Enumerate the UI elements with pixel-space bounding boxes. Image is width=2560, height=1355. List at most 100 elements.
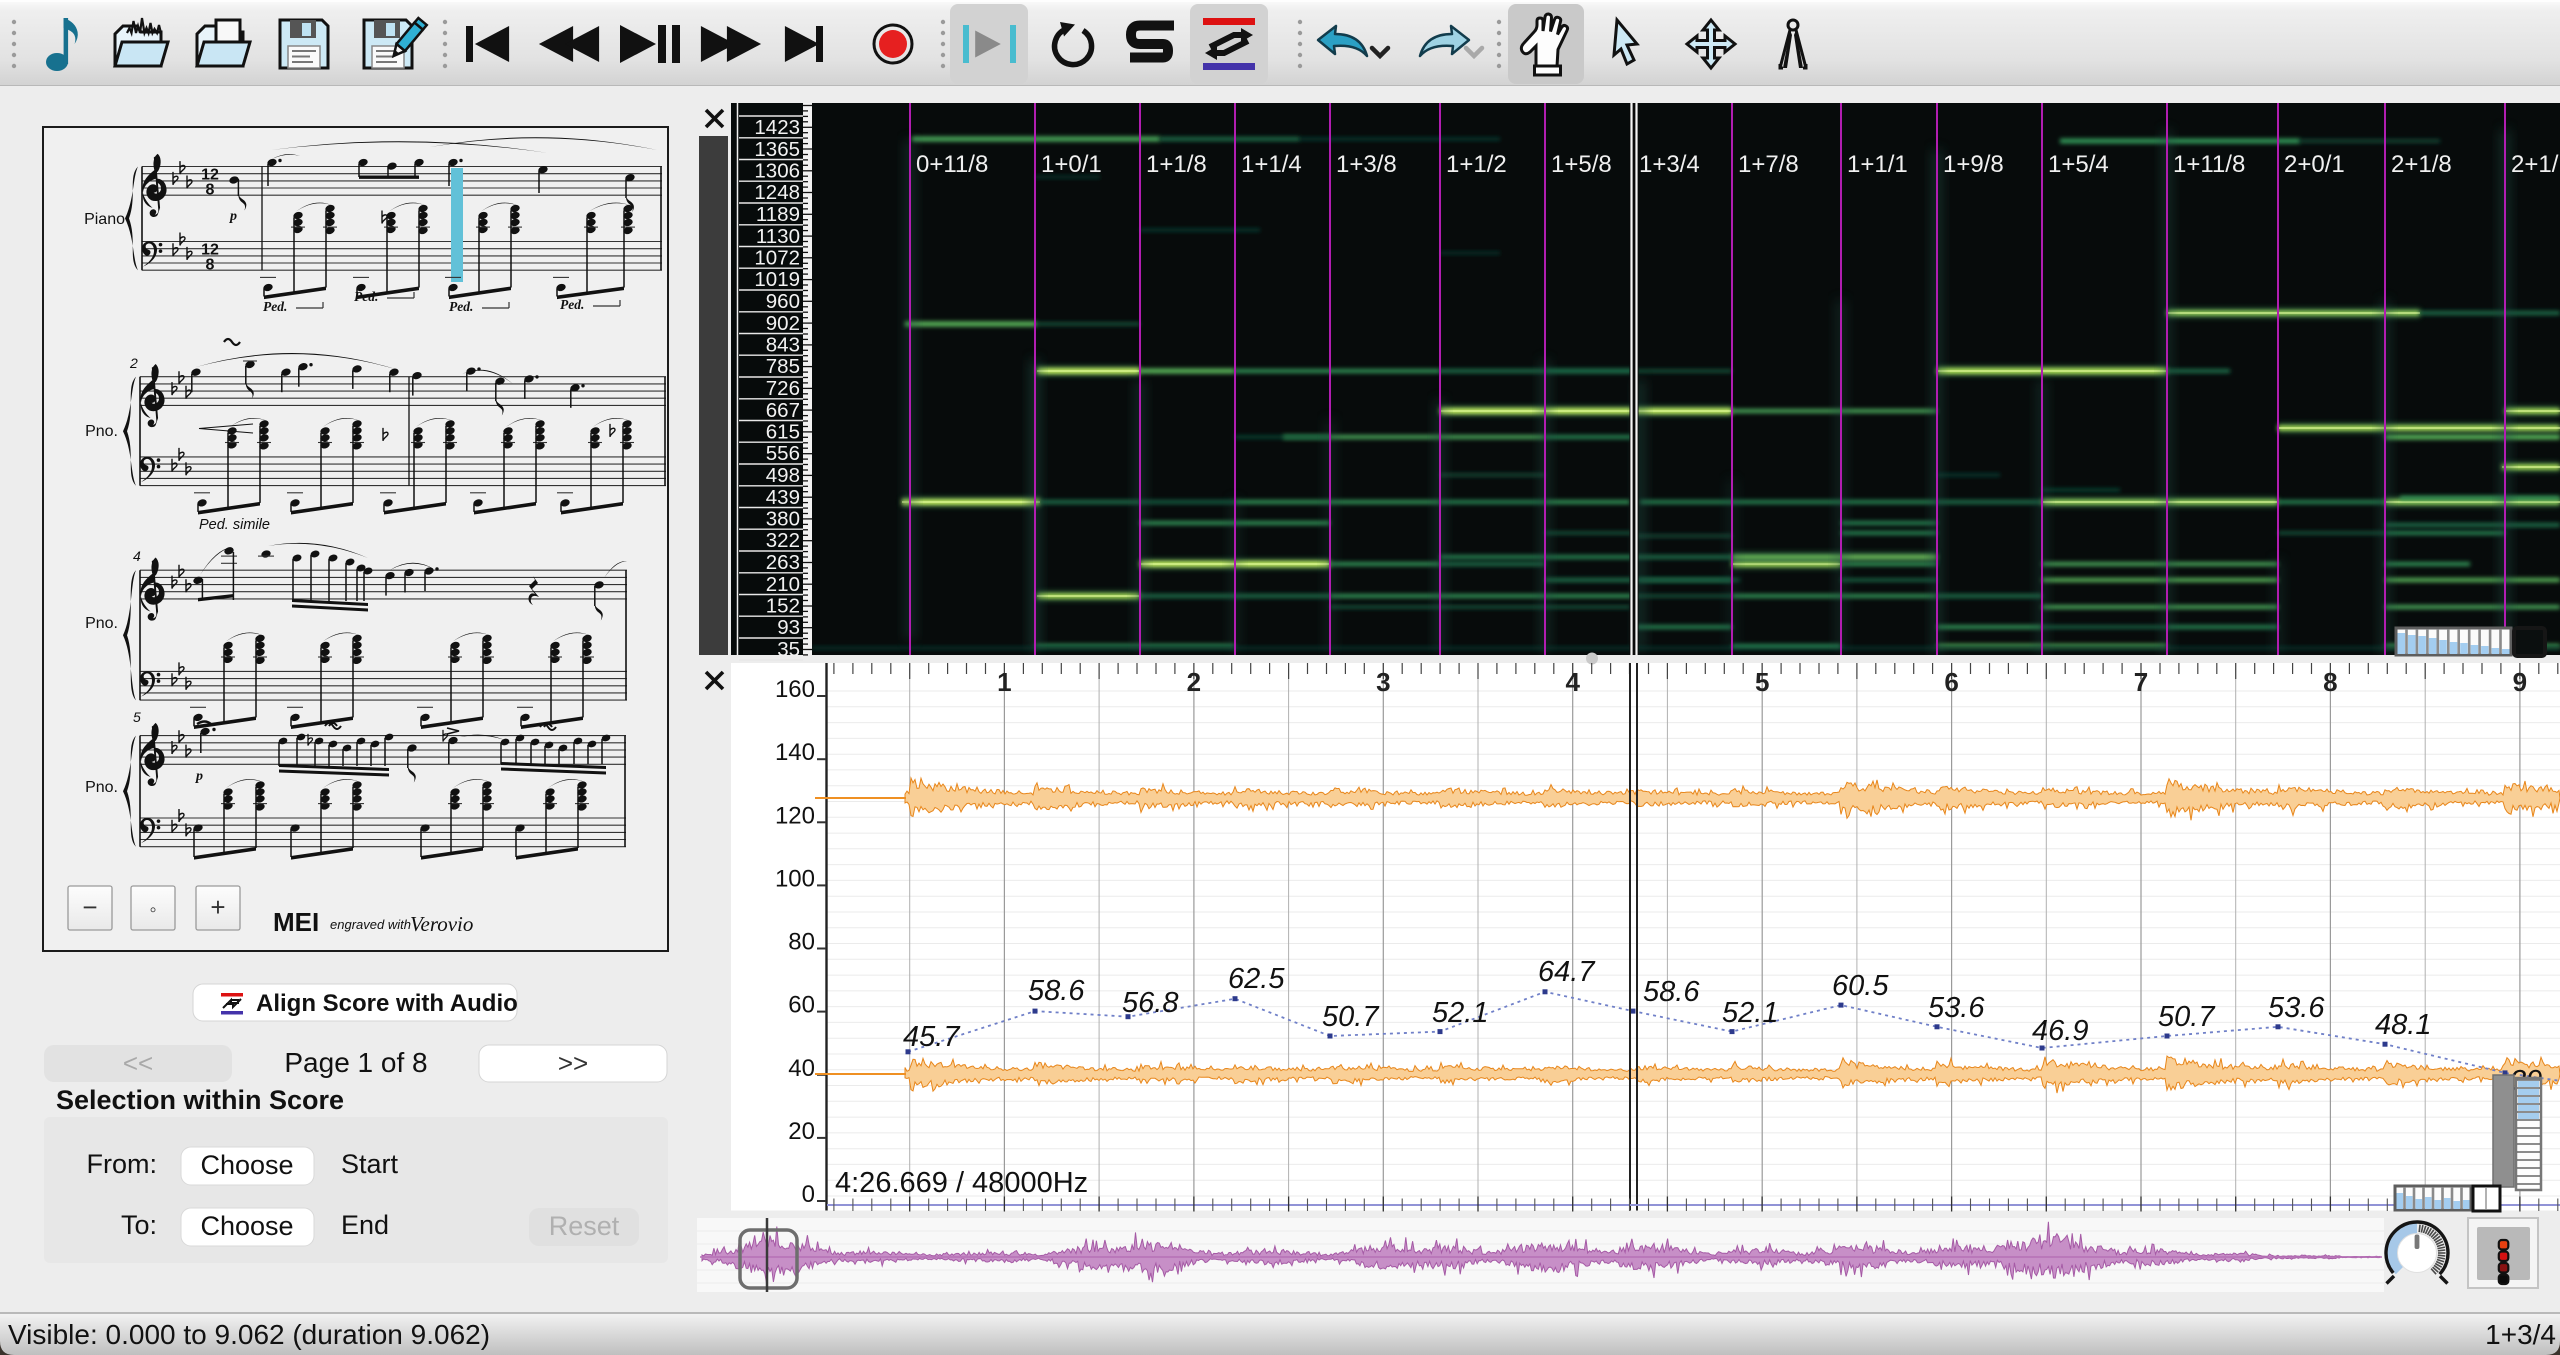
svg-text:1+3/8: 1+3/8	[1336, 151, 1397, 178]
svg-text:20: 20	[788, 1118, 815, 1145]
svg-text:960: 960	[766, 290, 800, 313]
svg-text:Reset: Reset	[549, 1211, 620, 1241]
svg-text:726: 726	[766, 377, 800, 400]
svg-text:1072: 1072	[754, 247, 800, 270]
svg-text:2+0/1: 2+0/1	[2284, 151, 2345, 178]
svg-text:p: p	[229, 209, 237, 224]
svg-text:263: 263	[766, 551, 800, 574]
svg-text:Ped. simile: Ped. simile	[199, 517, 270, 533]
svg-text:52.1: 52.1	[1722, 997, 1778, 1029]
svg-text:556: 556	[766, 442, 800, 465]
svg-text:1+0/1: 1+0/1	[1041, 151, 1102, 178]
svg-text:8: 8	[2323, 667, 2337, 697]
svg-text:Choose: Choose	[200, 1150, 293, 1180]
svg-text:35: 35	[777, 638, 800, 661]
svg-text:100: 100	[775, 865, 815, 892]
svg-text:53.6: 53.6	[2268, 992, 2325, 1024]
svg-text:60.5: 60.5	[1832, 970, 1889, 1002]
svg-text:From:: From:	[87, 1149, 158, 1179]
svg-text:Pno.: Pno.	[85, 423, 118, 440]
svg-text:902: 902	[766, 312, 800, 335]
svg-text:Ped.: Ped.	[449, 299, 473, 314]
svg-text:2: 2	[129, 355, 138, 371]
svg-text:2+1/8: 2+1/8	[2391, 151, 2452, 178]
svg-text:1248: 1248	[754, 181, 800, 204]
svg-text:120: 120	[775, 802, 815, 829]
svg-text:64.7: 64.7	[1538, 956, 1596, 988]
svg-text:1+5/8: 1+5/8	[1551, 151, 1612, 178]
svg-text:0: 0	[802, 1181, 815, 1208]
svg-text:1189: 1189	[756, 203, 800, 226]
svg-text:Ped.: Ped.	[354, 289, 378, 304]
svg-text:58.6: 58.6	[1028, 975, 1085, 1007]
svg-text:50.7: 50.7	[1322, 1001, 1380, 1033]
svg-text:40: 40	[788, 1055, 815, 1082]
svg-text:8: 8	[206, 257, 215, 274]
svg-text:843: 843	[766, 334, 800, 357]
svg-text:0+11/8: 0+11/8	[916, 151, 988, 178]
svg-text:80: 80	[788, 929, 815, 956]
svg-text:140: 140	[775, 739, 815, 766]
svg-text:45.7: 45.7	[903, 1021, 961, 1053]
svg-text:>>: >>	[558, 1048, 588, 1078]
svg-text:615: 615	[766, 421, 800, 444]
svg-text:1130: 1130	[756, 225, 800, 248]
svg-text:1306: 1306	[754, 160, 800, 183]
svg-text:Ped.: Ped.	[560, 297, 584, 312]
svg-text:1+3/4: 1+3/4	[1639, 151, 1700, 178]
svg-text:160: 160	[775, 676, 815, 703]
svg-text:5: 5	[133, 709, 141, 725]
svg-text:1: 1	[997, 667, 1011, 697]
svg-text:Piano: Piano	[84, 211, 125, 228]
svg-text:Start: Start	[341, 1149, 399, 1179]
svg-text:1+9/8: 1+9/8	[1943, 151, 2004, 178]
svg-text:p: p	[195, 769, 203, 784]
svg-text:2+1/: 2+1/	[2511, 151, 2559, 178]
svg-text:To:: To:	[121, 1210, 157, 1240]
svg-text:9: 9	[2513, 667, 2527, 697]
svg-text:1+1/2: 1+1/2	[1446, 151, 1507, 178]
svg-text:4:26.669 / 48000Hz: 4:26.669 / 48000Hz	[835, 1167, 1088, 1199]
svg-text:1+1/1: 1+1/1	[1847, 151, 1908, 178]
svg-text:56.8: 56.8	[1122, 987, 1178, 1019]
svg-text:152: 152	[766, 595, 800, 618]
svg-text:1+3/4: 1+3/4	[2485, 1319, 2556, 1350]
svg-text:1+1/8: 1+1/8	[1146, 151, 1207, 178]
svg-text:58.6: 58.6	[1643, 976, 1700, 1008]
svg-text:52.1: 52.1	[1432, 997, 1488, 1029]
svg-text:Align Score with Audio: Align Score with Audio	[256, 990, 518, 1017]
svg-text:93: 93	[777, 616, 800, 639]
svg-text:−: −	[82, 892, 97, 922]
svg-text:1365: 1365	[754, 138, 800, 161]
svg-text:439: 439	[766, 486, 800, 509]
svg-text:667: 667	[766, 399, 800, 422]
svg-text:1423: 1423	[754, 116, 800, 139]
svg-text:4: 4	[1565, 667, 1580, 697]
svg-text:380: 380	[766, 508, 800, 531]
svg-text:2: 2	[1187, 667, 1201, 697]
svg-text:MEI: MEI	[273, 907, 319, 937]
svg-text:Visible: 0.000 to 9.062 (durat: Visible: 0.000 to 9.062 (duration 9.062)	[8, 1319, 490, 1350]
svg-text:62.5: 62.5	[1228, 963, 1285, 995]
svg-text:785: 785	[766, 355, 800, 378]
svg-text:Pno.: Pno.	[85, 779, 118, 796]
svg-text:Choose: Choose	[200, 1211, 293, 1241]
svg-text:1+7/8: 1+7/8	[1738, 151, 1799, 178]
svg-text:1019: 1019	[754, 268, 800, 291]
svg-text:498: 498	[766, 464, 800, 487]
svg-text:<<: <<	[123, 1048, 153, 1078]
svg-text:60: 60	[788, 992, 815, 1019]
svg-text:Verovio: Verovio	[410, 912, 473, 936]
svg-text:Pno.: Pno.	[85, 615, 118, 632]
svg-text:210: 210	[766, 573, 800, 596]
svg-text:Selection within Score: Selection within Score	[56, 1085, 344, 1115]
svg-text:5: 5	[1755, 667, 1769, 697]
svg-text:4: 4	[133, 548, 141, 564]
svg-text:6: 6	[1944, 667, 1958, 697]
svg-text:1+11/8: 1+11/8	[2173, 151, 2245, 178]
svg-text:46.9: 46.9	[2032, 1015, 2088, 1047]
svg-text:8: 8	[206, 182, 215, 199]
svg-text:End: End	[341, 1210, 389, 1240]
svg-text:Page 1 of 8: Page 1 of 8	[284, 1047, 427, 1078]
svg-text:1+5/4: 1+5/4	[2048, 151, 2109, 178]
